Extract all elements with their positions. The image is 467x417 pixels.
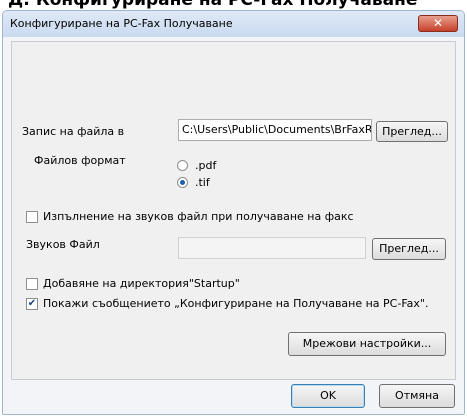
play-sound-label: Изпълнение на звуков файл при получаване…: [43, 210, 354, 223]
browse-save-path-button[interactable]: Преглед...: [376, 121, 448, 142]
dialog-title: Конфигуриране на PC-Fax Получаване: [10, 17, 233, 30]
format-pdf-label: .pdf: [195, 159, 217, 172]
file-format-label: Файлов формат: [34, 154, 126, 167]
sound-file-field[interactable]: [178, 237, 366, 259]
startup-label: Добавяне на директория"Startup": [43, 277, 240, 290]
dialog-window: Конфигуриране на PC-Fax Получаване ✕ Зап…: [2, 10, 465, 415]
background-heading-text: Д: Конфигуриране на PC-Fax Получаване: [8, 0, 418, 10]
sound-file-label: Звуков Файл: [26, 238, 100, 251]
ok-button[interactable]: OK: [291, 384, 365, 408]
radio-selected-dot: [180, 180, 185, 185]
save-path-field[interactable]: C:\Users\Public\Documents\BrFaxR: [178, 119, 372, 141]
play-sound-checkbox[interactable]: [26, 211, 38, 223]
close-icon: ✕: [432, 16, 444, 30]
format-tif-radio[interactable]: [177, 177, 188, 188]
format-pdf-radio[interactable]: [177, 160, 188, 171]
close-button[interactable]: ✕: [418, 15, 458, 32]
settings-panel: Запис на файла в C:\Users\Public\Documen…: [11, 41, 456, 380]
checkmark-icon: ✔: [27, 298, 37, 309]
background-heading: Д: Конфигуриране на PC-Fax Получаване: [0, 0, 467, 10]
browse-sound-file-button[interactable]: Преглед...: [372, 238, 446, 260]
network-settings-button[interactable]: Мрежови настройки...: [288, 332, 446, 356]
show-message-checkbox[interactable]: ✔: [26, 298, 38, 310]
format-tif-label: .tif: [195, 176, 210, 189]
show-message-label: Покажи съобщението „Конфигуриране на Пол…: [43, 297, 429, 310]
startup-checkbox[interactable]: [26, 278, 38, 290]
cancel-button[interactable]: Отмяна: [379, 384, 455, 408]
title-bar[interactable]: Конфигуриране на PC-Fax Получаване ✕: [3, 11, 464, 37]
save-location-label: Запис на файла в: [22, 125, 125, 138]
